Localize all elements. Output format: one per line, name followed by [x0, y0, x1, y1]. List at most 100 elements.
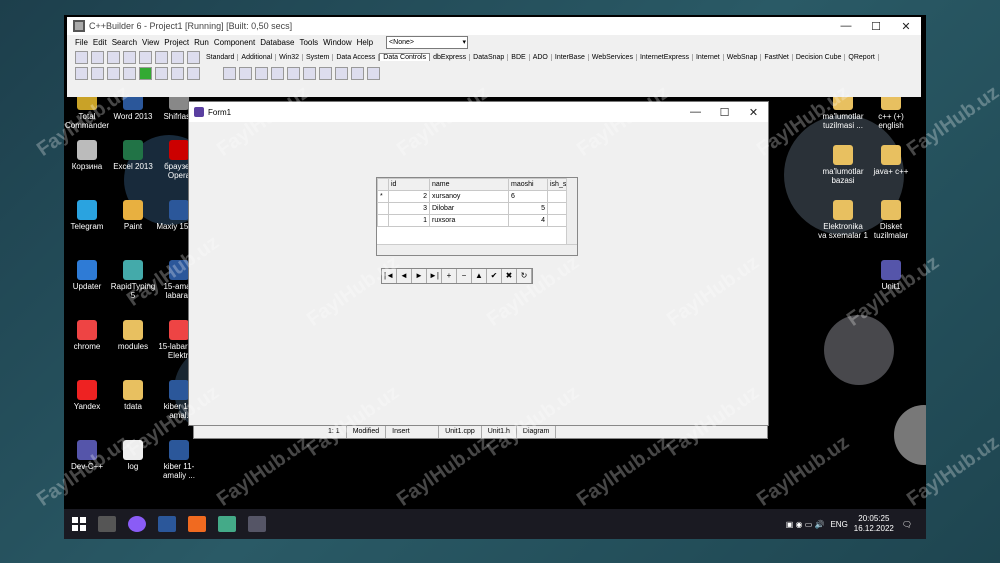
nav-edit-button[interactable]: ▲	[472, 269, 487, 283]
palette-tab-internet[interactable]: Internet	[693, 53, 724, 61]
cell-id[interactable]: 3	[388, 202, 430, 215]
menu-search[interactable]: Search	[112, 38, 137, 47]
grid-col-id[interactable]: id	[388, 178, 430, 191]
form-minimize-button[interactable]: —	[681, 106, 710, 119]
windows-start-icon[interactable]	[72, 517, 86, 531]
dbedit-component-icon[interactable]	[287, 66, 300, 80]
language-indicator[interactable]: ENG	[830, 520, 847, 529]
word-taskbar-icon[interactable]	[158, 516, 176, 532]
tray-icons[interactable]: ▣ ◉ ▭ 🔊	[786, 520, 825, 529]
help-icon[interactable]	[187, 50, 200, 64]
palette-tab-internetexpress[interactable]: InternetExpress	[637, 53, 693, 61]
grid-col-maoshi[interactable]: maoshi	[508, 178, 548, 191]
maximize-button[interactable]: ☐	[861, 20, 891, 33]
cell-id[interactable]: 2	[388, 190, 430, 203]
save-all-icon[interactable]	[123, 50, 136, 64]
desktop-icon[interactable]: Disket tuzilmalar	[866, 200, 916, 240]
new-form-icon[interactable]	[123, 66, 136, 80]
close-button[interactable]: ✕	[891, 20, 921, 33]
pause-icon[interactable]	[155, 66, 168, 80]
trace-icon[interactable]	[187, 66, 200, 80]
desktop-icon[interactable]: chrome	[62, 320, 112, 351]
palette-tab-bde[interactable]: BDE	[508, 53, 530, 61]
pointer-icon[interactable]	[223, 66, 236, 80]
desktop-combo[interactable]: <None>	[386, 35, 469, 49]
db-grid[interactable]: id name maoshi ish_st * 2 xursanoy 6 3 D…	[376, 177, 578, 256]
clock[interactable]: 20:05:25 16.12.2022	[854, 514, 894, 534]
cbuilder-taskbar-icon[interactable]	[248, 516, 266, 532]
view-unit-icon[interactable]	[75, 66, 88, 80]
alice-icon[interactable]	[128, 516, 146, 532]
palette-tab-system[interactable]: System	[303, 53, 334, 61]
desktop-icon[interactable]: kiber 11-amaliy ...	[154, 440, 204, 480]
menu-window[interactable]: Window	[323, 38, 351, 47]
nav-insert-button[interactable]: +	[442, 269, 457, 283]
notification-icon[interactable]: 🗨	[902, 520, 912, 529]
desktop-icon[interactable]: Elektronika va sxemalar 1	[818, 200, 868, 240]
dbcombobox-component-icon[interactable]	[351, 66, 364, 80]
palette-tab-fastnet[interactable]: FastNet	[761, 53, 793, 61]
dbcheckbox-component-icon[interactable]	[367, 66, 380, 80]
table-row[interactable]: 3 Dilobar 5	[377, 202, 572, 215]
form-close-button[interactable]: ✕	[739, 106, 768, 119]
palette-tab-additional[interactable]: Additional	[238, 53, 277, 61]
desktop-icon[interactable]: modules	[108, 320, 158, 351]
grid-horizontal-scrollbar[interactable]	[377, 244, 577, 255]
palette-tab-interbase[interactable]: InterBase	[552, 53, 589, 61]
dbimage-component-icon[interactable]	[319, 66, 332, 80]
cell-name[interactable]: xursanoy	[429, 190, 509, 203]
palette-tab-dbexpress[interactable]: dbExpress	[430, 53, 471, 61]
menu-edit[interactable]: Edit	[93, 38, 107, 47]
dbmemo-component-icon[interactable]	[303, 66, 316, 80]
toggle-icon[interactable]	[107, 66, 120, 80]
palette-tab-data-controls[interactable]: Data Controls	[379, 53, 431, 61]
palette-tab-datasnap[interactable]: DataSnap	[470, 53, 509, 61]
cell-maoshi[interactable]: 5	[508, 202, 548, 215]
nav-post-button[interactable]: ✔	[487, 269, 502, 283]
dblistbox-component-icon[interactable]	[335, 66, 348, 80]
cell-name[interactable]: Dilobar	[429, 202, 509, 215]
palette-tab-data-access[interactable]: Data Access	[333, 53, 380, 61]
form-maximize-button[interactable]: ☐	[710, 106, 739, 119]
save-icon[interactable]	[107, 50, 120, 64]
table-row[interactable]: 1 ruxsora 4	[377, 214, 572, 227]
nav-last-button[interactable]: ►|	[427, 269, 442, 283]
table-row[interactable]: * 2 xursanoy 6	[377, 190, 572, 203]
desktop-icon[interactable]: tdata	[108, 380, 158, 411]
palette-tab-ado[interactable]: ADO	[530, 53, 552, 61]
grid-col-name[interactable]: name	[429, 178, 509, 191]
palette-tab-win32[interactable]: Win32	[276, 53, 304, 61]
desktop-icon[interactable]: ma'lumotlar bazasi	[818, 145, 868, 185]
palette-tab-decision-cube[interactable]: Decision Cube	[793, 53, 846, 61]
dbgrid-component-icon[interactable]	[239, 66, 252, 80]
task-view-icon[interactable]	[98, 516, 116, 532]
grid-vertical-scrollbar[interactable]	[566, 178, 577, 244]
palette-tab-standard[interactable]: Standard	[203, 53, 239, 61]
desktop-icon[interactable]: Paint	[108, 200, 158, 231]
remove-file-icon[interactable]	[171, 50, 184, 64]
dbnavigator-component-icon[interactable]	[255, 66, 268, 80]
cell-id[interactable]: 1	[388, 214, 430, 227]
desktop-icon[interactable]: Yandex	[62, 380, 112, 411]
desktop-icon[interactable]: Excel 2013	[108, 140, 158, 171]
new-icon[interactable]	[75, 50, 88, 64]
menu-view[interactable]: View	[142, 38, 159, 47]
palette-tab-qreport[interactable]: QReport	[845, 53, 879, 61]
cell-name[interactable]: ruxsora	[429, 214, 509, 227]
nav-next-button[interactable]: ►	[412, 269, 427, 283]
nav-delete-button[interactable]: −	[457, 269, 472, 283]
nav-cancel-button[interactable]: ✖	[502, 269, 517, 283]
desktop-icon[interactable]: Telegram	[62, 200, 112, 231]
open-icon[interactable]	[91, 50, 104, 64]
menu-database[interactable]: Database	[260, 38, 294, 47]
palette-tab-webservices[interactable]: WebServices	[589, 53, 637, 61]
step-icon[interactable]	[171, 66, 184, 80]
xampp-taskbar-icon[interactable]	[188, 516, 206, 532]
cell-maoshi[interactable]: 4	[508, 214, 548, 227]
run-icon[interactable]	[139, 66, 152, 80]
cell-maoshi[interactable]: 6	[508, 190, 548, 203]
palette-tab-websnap[interactable]: WebSnap	[724, 53, 762, 61]
menu-help[interactable]: Help	[357, 38, 373, 47]
desktop-icon[interactable]: Updater	[62, 260, 112, 291]
menu-run[interactable]: Run	[194, 38, 209, 47]
